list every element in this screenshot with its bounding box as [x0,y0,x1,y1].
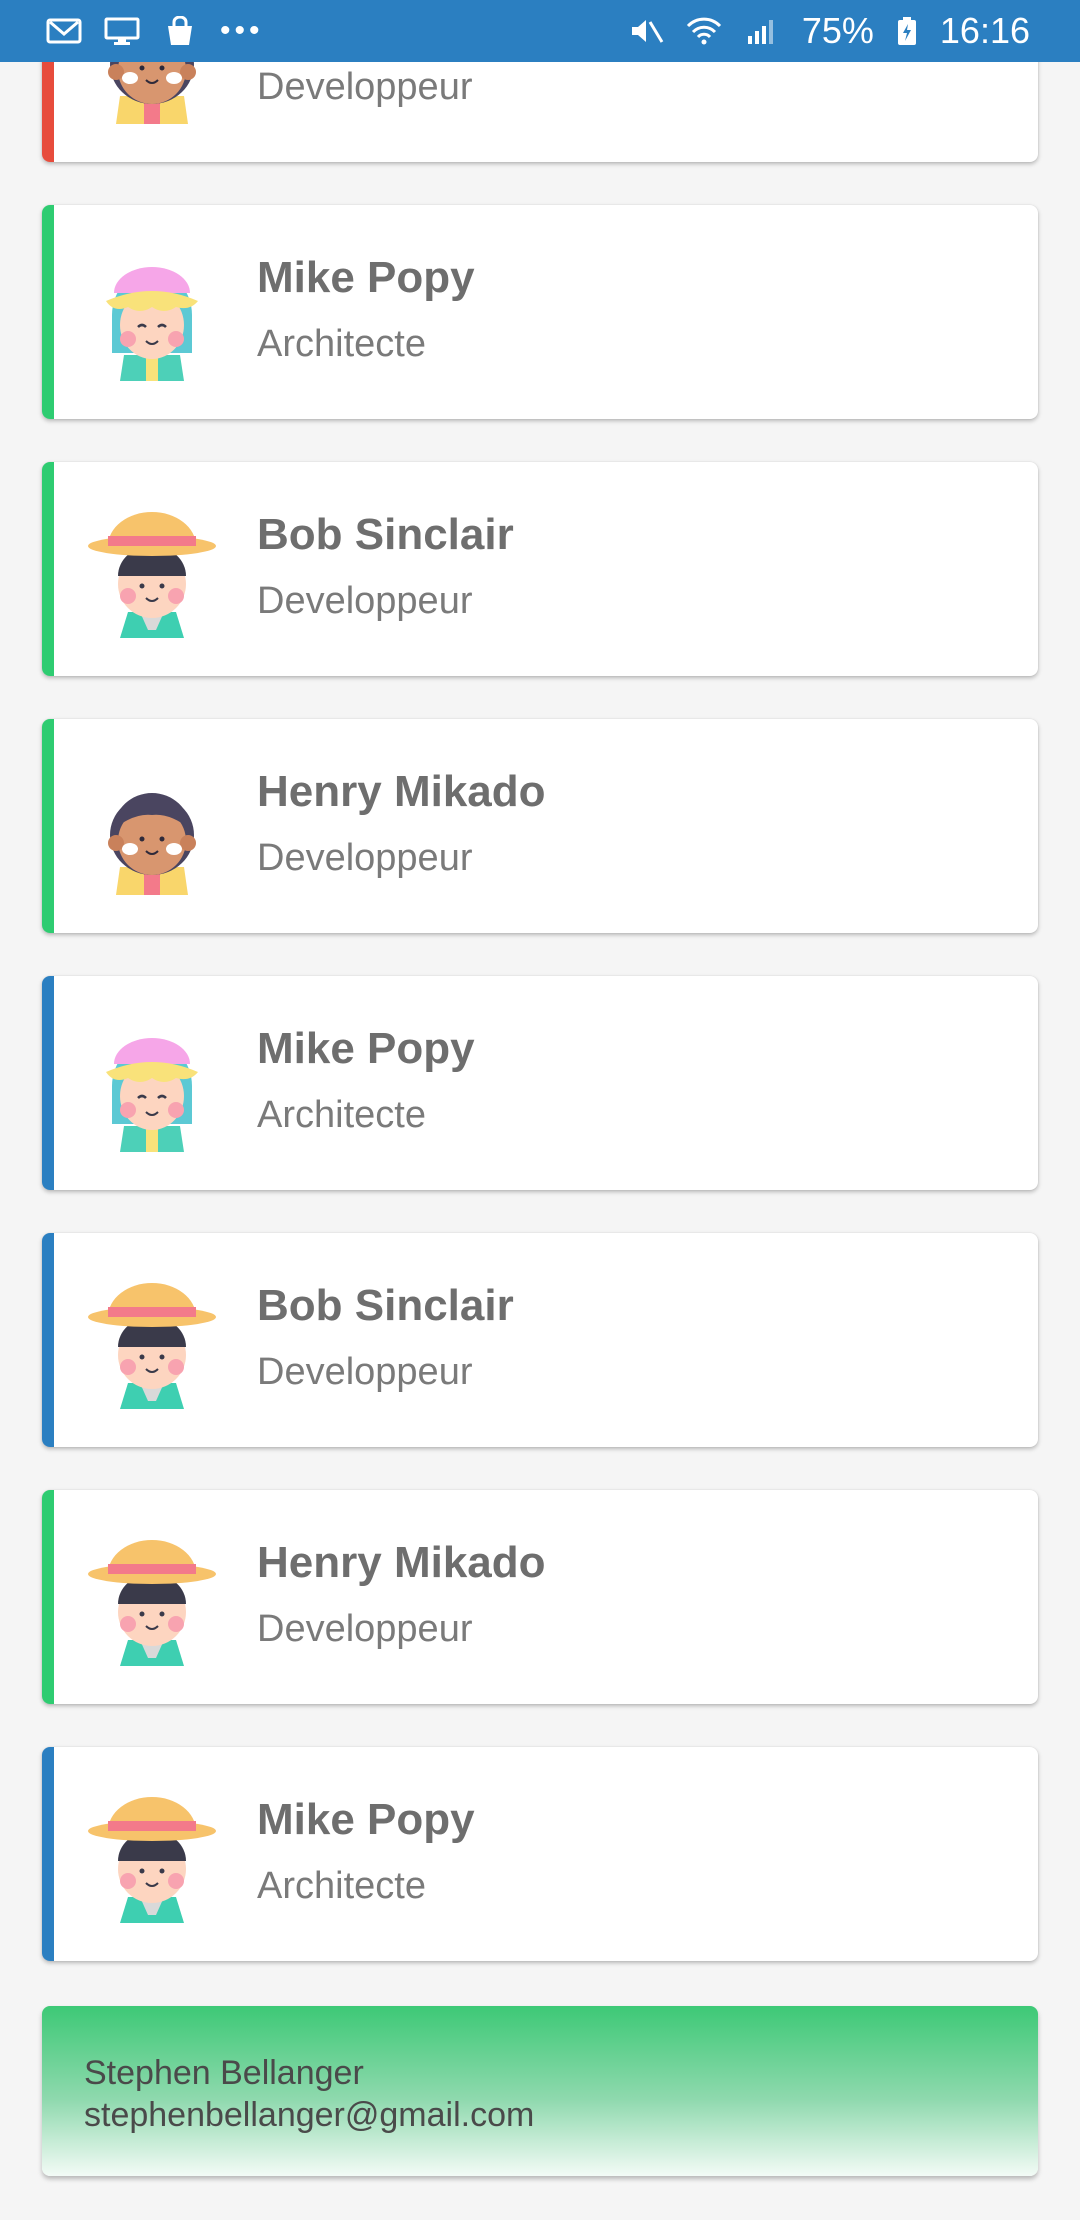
clock: 16:16 [939,10,1030,51]
contact-name: Mike Popy [257,1795,475,1844]
contact-role: Developpeur [257,1351,473,1393]
contact-role: Developpeur [257,1608,473,1650]
contact-role: Developpeur [257,837,473,879]
profile-email: stephenbellanger@gmail.com [84,2096,535,2134]
signal-icon [747,20,773,44]
status-bar-right: 75% 16:16 [628,10,1030,52]
contact-role: Architecte [257,1865,426,1907]
contact-name: Henry Mikado [257,1538,546,1587]
mute-icon [631,20,664,43]
profile-name: Stephen Bellanger [84,2054,364,2092]
contact-role: Developpeur [257,66,473,108]
contact-card[interactable]: Henry Mikado Developpeur [42,719,1038,933]
pink-hair-avatar-icon [84,1016,220,1152]
contact-name: Mike Popy [257,253,475,302]
straw-hat-avatar-icon [84,1530,220,1666]
straw-hat-avatar-icon [84,502,220,638]
status-stripe-blue [42,976,54,1190]
status-bar-left: ••• [46,14,264,48]
contact-card[interactable]: Henry Mikado Developpeur [42,1490,1038,1704]
contact-role: Architecte [257,1094,426,1136]
status-stripe-blue [42,1233,54,1447]
pink-hair-avatar-icon [84,245,220,381]
contact-name: Bob Sinclair [257,1281,514,1330]
wifi-icon [686,17,721,45]
gmail-icon [46,18,82,44]
contact-card[interactable]: Mike Popy Architecte [42,976,1038,1190]
bag-icon [168,16,192,45]
status-stripe-green [42,1490,54,1704]
contact-role: Architecte [257,323,426,365]
status-stripe-green [42,205,54,419]
contact-name: Mike Popy [257,1024,475,1073]
contact-card[interactable]: Mike Popy Architecte [42,205,1038,419]
contact-card[interactable]: Bob Sinclair Developpeur [42,1233,1038,1447]
straw-hat-avatar-icon [84,1787,220,1923]
contact-list[interactable]: Developpeur Mike Popy Architecte Bob Sin… [42,0,1038,2004]
battery-percent: 75% [801,10,874,51]
profile-footer[interactable]: Stephen Bellanger stephenbellanger@gmail… [42,2006,1038,2176]
status-stripe-green [42,719,54,933]
straw-hat-avatar-icon [84,1273,220,1409]
status-stripe-green [42,462,54,676]
contact-card[interactable]: Mike Popy Architecte [42,1747,1038,1961]
screen-icon [104,17,140,45]
more-dots-icon: ••• [220,14,264,47]
battery-icon [897,17,916,45]
contact-card[interactable]: Bob Sinclair Developpeur [42,462,1038,676]
status-bar: ••• 75% 16:16 [0,0,1080,62]
contact-role: Developpeur [257,580,473,622]
contact-name: Bob Sinclair [257,510,514,559]
contact-name: Henry Mikado [257,767,546,816]
status-stripe-blue [42,1747,54,1961]
brown-avatar-icon [84,759,220,895]
